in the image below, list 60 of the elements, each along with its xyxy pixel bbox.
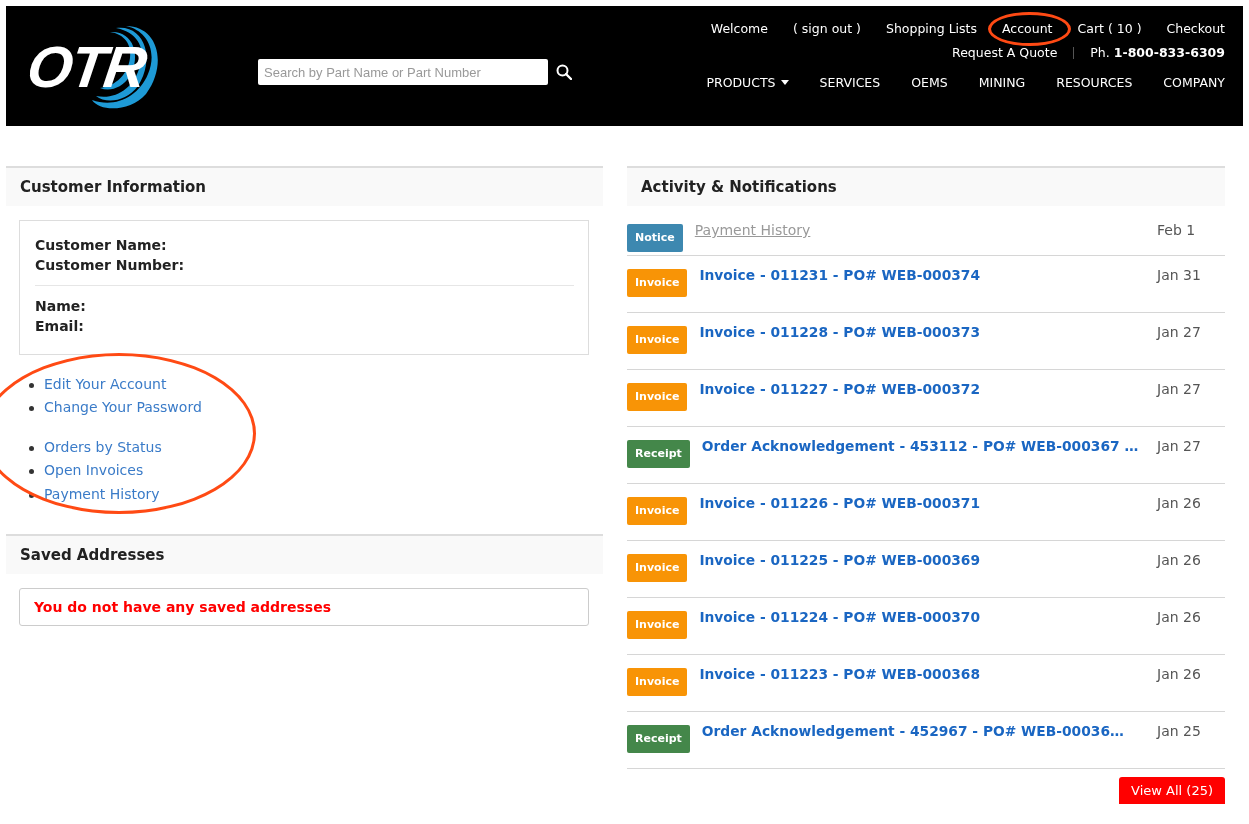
activity-date: Jan 31 xyxy=(1157,267,1202,283)
nav-link[interactable]: SERVICES xyxy=(819,75,881,90)
field-label: Customer Name: xyxy=(35,236,168,255)
nav-link[interactable]: OEMS xyxy=(911,75,948,90)
sidebar-link[interactable]: Change Your Password xyxy=(44,399,202,416)
activity-link[interactable]: Invoice - 011228 - PO# WEB-000373 xyxy=(699,324,1157,340)
activity-date: Jan 27 xyxy=(1157,438,1202,454)
header-link[interactable]: Shopping Lists xyxy=(885,21,977,36)
section-title: Activity & Notifications xyxy=(641,178,837,196)
section-title: Customer Information xyxy=(20,178,207,196)
activity-date: Jan 26 xyxy=(1157,666,1202,682)
view-all-button[interactable]: View All (25) xyxy=(1119,777,1225,804)
nav-link[interactable]: RESOURCES xyxy=(1056,75,1133,90)
activity-date: Jan 26 xyxy=(1157,495,1202,511)
activity-link[interactable]: Invoice - 011224 - PO# WEB-000370 xyxy=(699,609,1157,625)
quote-link[interactable]: Request A Quote xyxy=(952,45,1058,60)
type-badge: Invoice xyxy=(627,269,688,297)
activity-link[interactable]: Invoice - 011227 - PO# WEB-000372 xyxy=(699,381,1157,397)
activity-link[interactable]: Invoice - 011231 - PO# WEB-000374 xyxy=(699,267,1157,283)
field-label: Email: xyxy=(35,317,85,336)
activity-link[interactable]: Invoice - 011226 - PO# WEB-000371 xyxy=(699,495,1157,511)
search-icon[interactable] xyxy=(556,64,572,80)
header-link[interactable]: Cart ( 10 ) xyxy=(1077,21,1142,36)
sidebar-link[interactable]: Open Invoices xyxy=(44,462,144,479)
search-field[interactable]: Search by Part Name or Part Number xyxy=(258,59,548,85)
type-badge: Receipt xyxy=(627,440,690,468)
type-badge: Invoice xyxy=(627,383,688,411)
field-label: Customer Number: xyxy=(35,256,186,275)
activity-date: Jan 27 xyxy=(1157,324,1202,340)
sidebar-link[interactable]: Payment History xyxy=(44,485,160,502)
nav-link[interactable]: PRODUCTS xyxy=(706,75,789,90)
nav-link[interactable]: MINING xyxy=(978,75,1026,90)
activity-date: Feb 1 xyxy=(1157,222,1197,238)
empty-message: You do not have any saved addresses xyxy=(19,588,589,627)
field-label: Name: xyxy=(35,297,87,316)
header-link[interactable]: Checkout xyxy=(1166,21,1225,36)
type-badge: Invoice xyxy=(627,668,688,696)
sidebar-link[interactable]: Edit Your Account xyxy=(44,376,167,392)
activity-date: Jan 25 xyxy=(1157,723,1202,739)
activity-link[interactable]: Order Acknowledgement - 453112 - PO# WEB-000367 … xyxy=(701,438,1157,454)
activity-date: Jan 26 xyxy=(1157,552,1202,568)
type-badge: Notice xyxy=(627,224,683,252)
phone-number: Ph. 1-800-833-6309 xyxy=(1090,45,1225,60)
activity-date: Jan 27 xyxy=(1157,381,1202,397)
sidebar-link[interactable]: Orders by Status xyxy=(44,438,162,455)
header-link[interactable]: Welcome xyxy=(710,21,768,36)
activity-link[interactable]: Invoice - 011223 - PO# WEB-000368 xyxy=(699,666,1157,682)
type-badge: Invoice xyxy=(627,554,688,582)
type-badge: Invoice xyxy=(627,497,688,525)
activity-link[interactable]: Payment History xyxy=(694,222,1157,238)
type-badge: Invoice xyxy=(627,326,688,354)
header-link[interactable]: ( sign out ) xyxy=(792,21,861,36)
section-title: Saved Addresses xyxy=(20,546,165,565)
activity-link[interactable]: Invoice - 011225 - PO# WEB-000369 xyxy=(699,552,1157,568)
activity-link[interactable]: Order Acknowledgement - 452967 - PO# WEB-00036… xyxy=(701,723,1157,739)
type-badge: Invoice xyxy=(627,611,688,639)
header-link[interactable]: Account xyxy=(1002,21,1053,36)
type-badge: Receipt xyxy=(627,725,690,753)
nav-link[interactable]: COMPANY xyxy=(1163,75,1225,90)
activity-date: Jan 26 xyxy=(1157,609,1202,625)
